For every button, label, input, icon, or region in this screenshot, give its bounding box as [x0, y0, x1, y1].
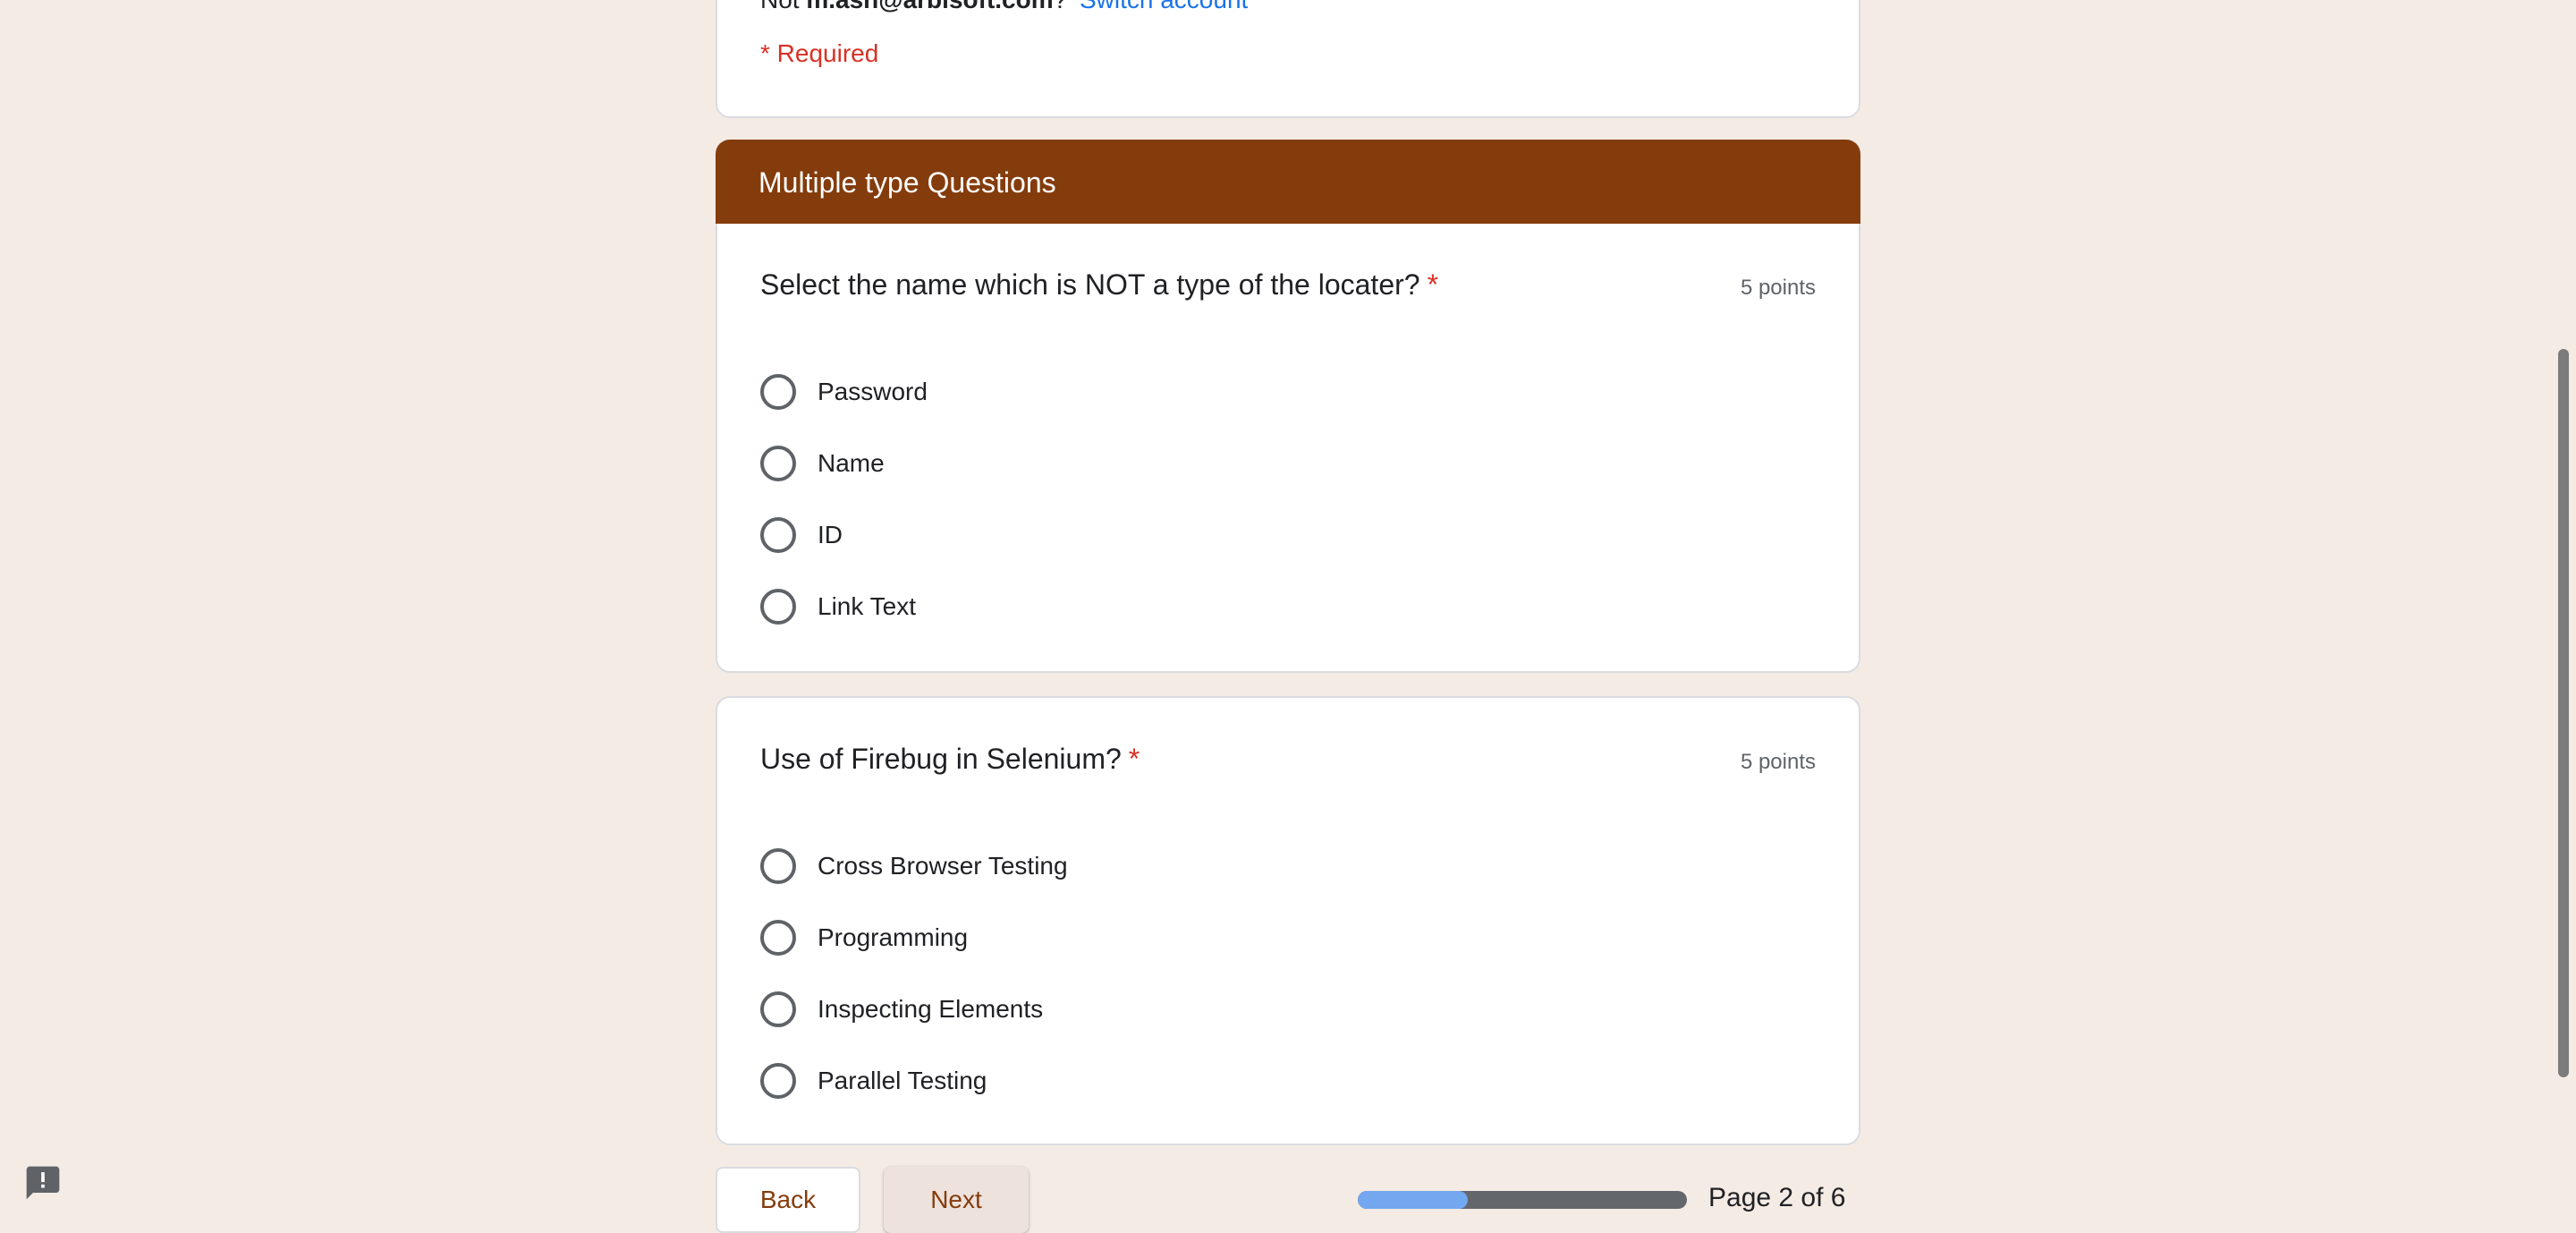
account-suffix: ? — [1054, 0, 1068, 13]
required-note: * Required — [760, 39, 879, 67]
option-label: Inspecting Elements — [818, 995, 1044, 1023]
radio-option[interactable]: Inspecting Elements — [760, 974, 1068, 1045]
progress-bar-fill — [1358, 1191, 1468, 1209]
option-label: Parallel Testing — [818, 1067, 987, 1094]
radio-button[interactable] — [760, 920, 796, 956]
radio-button[interactable] — [760, 991, 796, 1027]
question-title: Use of Firebug in Selenium? * — [760, 743, 1140, 776]
option-label: Link Text — [818, 592, 916, 620]
radio-button[interactable] — [760, 589, 796, 625]
question-title: Select the name which is NOT a type of t… — [760, 268, 1438, 302]
feedback-icon[interactable] — [23, 1163, 63, 1203]
radio-option[interactable]: Programming — [760, 902, 1068, 974]
radio-option[interactable]: Parallel Testing — [760, 1045, 1068, 1117]
radio-button[interactable] — [760, 446, 796, 481]
next-button[interactable]: Next — [884, 1167, 1029, 1233]
radio-group: Password Name ID Link Text — [760, 356, 928, 642]
account-email: m.ash@arbisoft.com — [806, 0, 1053, 13]
question-card: Select the name which is NOT a type of t… — [716, 224, 1860, 673]
back-button[interactable]: Back — [716, 1167, 860, 1233]
radio-option[interactable]: Link Text — [760, 571, 928, 642]
radio-option[interactable]: ID — [760, 499, 928, 571]
question-points: 5 points — [1740, 750, 1816, 774]
switch-account-link[interactable]: Switch account — [1080, 0, 1248, 13]
scrollbar-thumb[interactable] — [2558, 349, 2569, 1077]
option-label: ID — [818, 521, 843, 548]
question-text: Use of Firebug in Selenium? — [760, 743, 1122, 775]
question-card: Use of Firebug in Selenium? * 5 points Cr… — [716, 696, 1860, 1145]
option-label: Name — [818, 449, 885, 477]
radio-option[interactable]: Password — [760, 356, 928, 428]
page-indicator: Page 2 of 6 — [1708, 1183, 1846, 1212]
radio-button[interactable] — [760, 517, 796, 553]
option-label: Programming — [818, 923, 969, 951]
radio-button[interactable] — [760, 374, 796, 410]
radio-button[interactable] — [760, 1063, 796, 1099]
account-prefix: Not — [760, 0, 800, 13]
form-page: Not m.ash@arbisoft.com? Switch account *… — [0, 0, 2576, 1233]
account-line: Not m.ash@arbisoft.com? Switch account — [760, 0, 1248, 14]
radio-button[interactable] — [760, 848, 796, 884]
option-label: Cross Browser Testing — [818, 852, 1068, 880]
required-asterisk: * — [1128, 743, 1140, 775]
radio-option[interactable]: Name — [760, 428, 928, 499]
radio-group: Cross Browser Testing Programming Inspec… — [760, 830, 1068, 1117]
account-card: Not m.ash@arbisoft.com? Switch account *… — [716, 0, 1860, 118]
radio-option[interactable]: Cross Browser Testing — [760, 830, 1068, 902]
question-text: Select the name which is NOT a type of t… — [760, 268, 1420, 301]
section-header: Multiple type Questions — [716, 140, 1860, 225]
required-asterisk: * — [1427, 268, 1439, 301]
section-title: Multiple type Questions — [758, 166, 1056, 199]
progress-bar — [1358, 1191, 1687, 1209]
option-label: Password — [818, 378, 928, 405]
question-points: 5 points — [1740, 276, 1816, 300]
